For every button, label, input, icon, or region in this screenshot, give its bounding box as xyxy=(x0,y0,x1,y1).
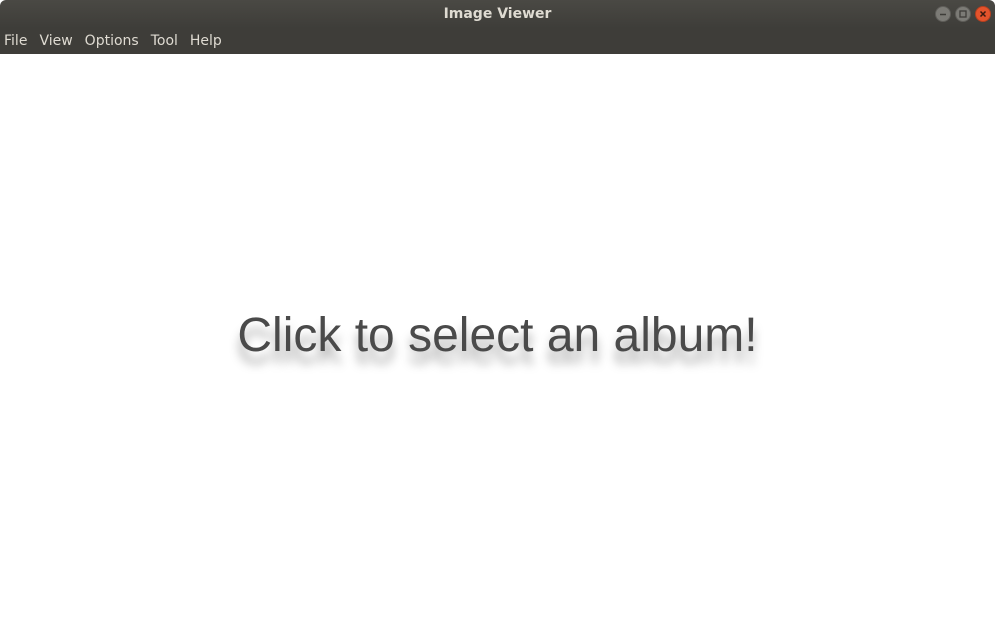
maximize-icon xyxy=(959,10,967,18)
minimize-button[interactable] xyxy=(935,6,951,22)
menu-help[interactable]: Help xyxy=(184,28,228,54)
menu-bar: File View Options Tool Help xyxy=(0,28,995,54)
album-area[interactable]: Click to select an album! xyxy=(0,54,995,628)
menu-options[interactable]: Options xyxy=(79,28,145,54)
maximize-button[interactable] xyxy=(955,6,971,22)
menu-view[interactable]: View xyxy=(33,28,78,54)
menu-tool[interactable]: Tool xyxy=(145,28,184,54)
title-bar[interactable]: Image Viewer xyxy=(0,0,995,28)
menu-file[interactable]: File xyxy=(0,28,33,54)
close-icon xyxy=(979,10,987,18)
app-window: Image Viewer File View Options Tool Help… xyxy=(0,0,995,628)
close-button[interactable] xyxy=(975,6,991,22)
select-album-prompt[interactable]: Click to select an album! xyxy=(237,308,757,363)
window-title: Image Viewer xyxy=(443,6,552,22)
minimize-icon xyxy=(940,13,946,16)
